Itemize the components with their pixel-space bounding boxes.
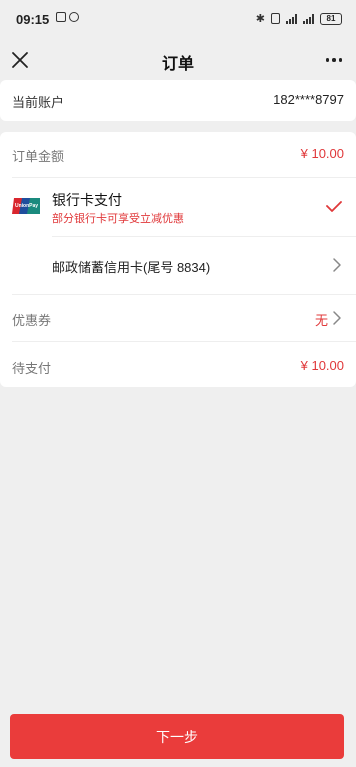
signal-icon: [286, 13, 297, 24]
unionpay-icon: UnionPay: [12, 196, 40, 216]
nav-bar: 订单: [0, 40, 356, 80]
pending-label: 待支付: [12, 361, 52, 376]
account-value: 182****8797: [273, 92, 344, 107]
page-title: 订单: [161, 56, 194, 73]
bank-card-row[interactable]: 邮政储蓄信用卡(尾号 8834): [0, 237, 356, 294]
bluetooth-icon: ✱: [255, 13, 265, 25]
next-button[interactable]: 下一步: [10, 714, 344, 759]
payment-method-title: 银行卡支付: [52, 192, 122, 208]
sim-icon: [56, 12, 66, 22]
more-icon[interactable]: [322, 48, 346, 72]
coupon-row[interactable]: 优惠券 无: [0, 295, 356, 341]
account-card: 当前账户 182****8797: [0, 80, 356, 121]
order-card: 订单金额 ¥ 10.00 UnionPay 银行卡支付 部分银行卡可享受立减优惠…: [0, 132, 356, 387]
order-amount-label: 订单金额: [12, 149, 65, 164]
chevron-right-icon: [332, 257, 342, 273]
coupon-value: 无: [314, 313, 328, 328]
vibrate-icon: [271, 13, 280, 24]
status-bar: 09:15 ✱ 81: [0, 0, 356, 40]
svg-text:UnionPay: UnionPay: [15, 203, 38, 209]
signal-icon: [303, 13, 314, 24]
status-right-icons: ✱ 81: [256, 12, 342, 25]
payment-promo: 部分银行卡可享受立减优惠: [52, 213, 184, 225]
notification-icon: [69, 12, 79, 22]
divider: [12, 341, 356, 342]
pending-value: ¥ 10.00: [300, 358, 344, 373]
status-time: 09:15: [16, 12, 50, 27]
account-label: 当前账户: [12, 95, 65, 110]
payment-method-row[interactable]: UnionPay 银行卡支付 部分银行卡可享受立减优惠: [0, 178, 356, 236]
bank-card-name: 邮政储蓄信用卡(尾号 8834): [52, 260, 211, 275]
check-icon: [326, 200, 342, 212]
battery-icon: 81: [320, 12, 342, 25]
chevron-right-icon: [332, 310, 342, 326]
close-icon[interactable]: [8, 48, 32, 72]
coupon-label: 优惠券: [12, 313, 52, 328]
status-left-icons: [56, 12, 79, 22]
order-amount-value: ¥ 10.00: [300, 146, 344, 161]
